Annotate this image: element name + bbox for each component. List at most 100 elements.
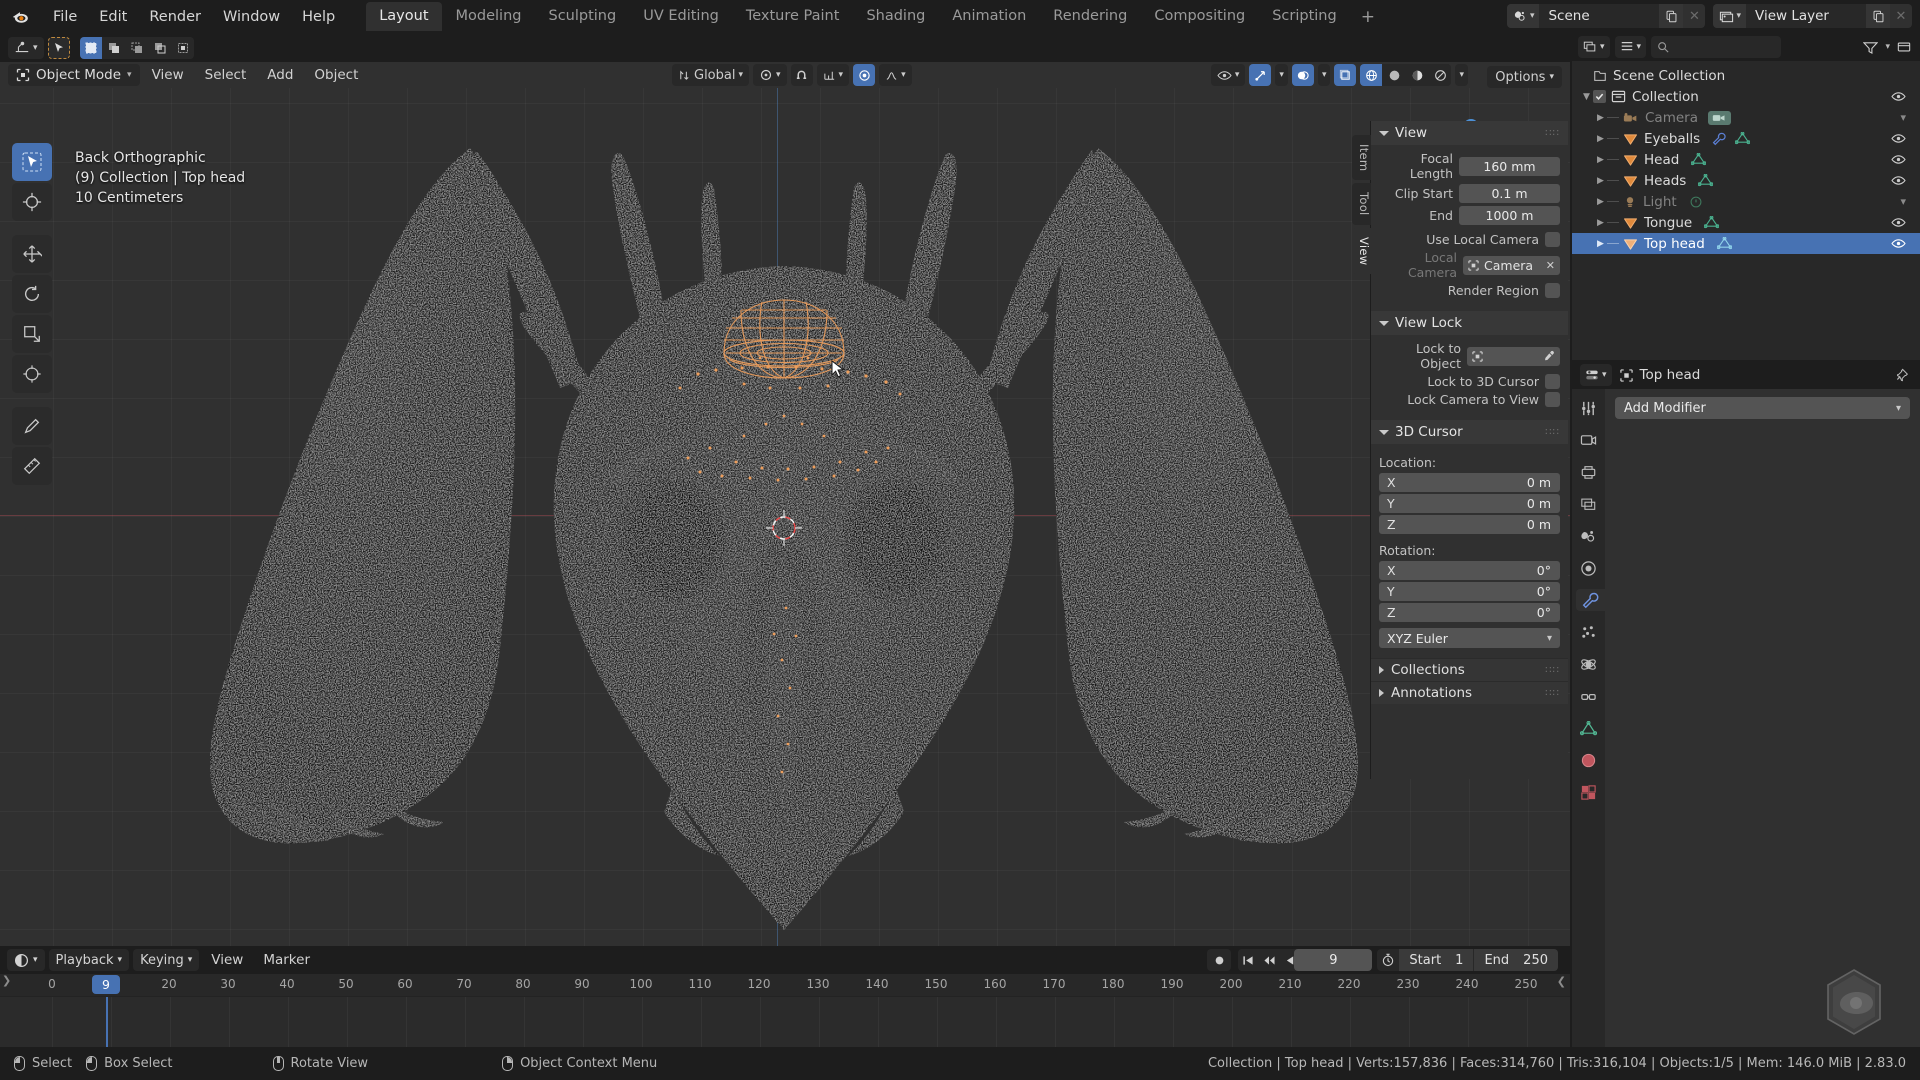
cursor-rotation-x-field[interactable]: X 0° bbox=[1379, 561, 1560, 580]
cursor-location-x-field[interactable]: X 0 m bbox=[1379, 473, 1560, 492]
camera-data-icon[interactable] bbox=[1707, 110, 1731, 125]
scene-name-field[interactable]: Scene bbox=[1539, 4, 1660, 28]
outliner-expander-heads[interactable]: ▶ bbox=[1594, 176, 1607, 186]
rotation-mode-dropdown[interactable]: XYZ Euler ▾ bbox=[1379, 628, 1560, 648]
add-workspace-button[interactable]: + bbox=[1351, 3, 1385, 31]
timeline-collapse-arrow-icon[interactable]: ❮ bbox=[1557, 975, 1566, 988]
properties-editor[interactable]: ▾ Top head Add Modifier ▾ bbox=[1572, 361, 1920, 1047]
filter-icon[interactable] bbox=[1863, 41, 1879, 54]
select-intersect-icon[interactable] bbox=[171, 36, 194, 59]
cursor-location-y-field[interactable]: Y 0 m bbox=[1379, 494, 1560, 513]
workspace-tab-sculpting[interactable]: Sculpting bbox=[535, 2, 629, 31]
properties-tab-view-layer[interactable] bbox=[1578, 493, 1600, 515]
cursor-rotation-y-field[interactable]: Y 0° bbox=[1379, 582, 1560, 601]
xray-toggle-icon[interactable] bbox=[1334, 64, 1357, 86]
outliner-row-camera[interactable]: ▶ Camera ▾ bbox=[1572, 107, 1920, 128]
eye-icon[interactable] bbox=[1891, 216, 1906, 229]
tool-tweak[interactable] bbox=[12, 143, 52, 181]
filter-chevron-icon[interactable]: ▾ bbox=[1885, 42, 1890, 52]
transform-orientation-selector[interactable]: Global ▾ bbox=[672, 64, 750, 86]
tool-transform[interactable] bbox=[12, 355, 52, 393]
mesh-data-icon[interactable] bbox=[1704, 216, 1720, 229]
outliner-expander-light[interactable]: ▶ bbox=[1594, 197, 1607, 207]
unlink-scene-button[interactable]: ✕ bbox=[1683, 4, 1706, 28]
pivot-point-selector[interactable]: ▾ bbox=[753, 64, 787, 86]
tool-measure[interactable] bbox=[12, 447, 52, 485]
workspace-tab-texture-paint[interactable]: Texture Paint bbox=[733, 2, 853, 31]
eye-icon[interactable] bbox=[1891, 132, 1906, 145]
properties-tab-world[interactable] bbox=[1578, 557, 1600, 579]
outliner-row-head[interactable]: ▶ Head bbox=[1572, 149, 1920, 170]
show-gizmo-icon[interactable] bbox=[1249, 64, 1272, 86]
timeline-editor[interactable]: ▾ Playback ▾ Keying ▾ View Marker 9 Star… bbox=[0, 946, 1570, 1048]
timeline-view-menu[interactable]: View bbox=[203, 950, 251, 970]
blender-logo-icon[interactable] bbox=[10, 6, 32, 28]
jump-to-start-button[interactable] bbox=[1238, 949, 1258, 971]
scene-selector[interactable]: ▾ Scene ✕ bbox=[1506, 4, 1706, 28]
workspace-tab-layout[interactable]: Layout bbox=[366, 2, 442, 31]
timeline-marker-menu[interactable]: Marker bbox=[255, 950, 318, 970]
material-preview-shading-icon[interactable] bbox=[1406, 64, 1429, 86]
eyedropper-icon[interactable] bbox=[1543, 350, 1555, 362]
shading-settings-dropdown[interactable]: ▾ bbox=[1455, 64, 1468, 86]
timeline-playhead[interactable] bbox=[106, 997, 108, 1048]
outliner-display-mode-dropdown[interactable]: ▾ bbox=[1614, 36, 1647, 58]
properties-tab-tool[interactable] bbox=[1578, 397, 1600, 419]
workspace-tab-scripting[interactable]: Scripting bbox=[1259, 2, 1349, 31]
tool-move[interactable] bbox=[12, 235, 52, 273]
tweak-tool-thumb-icon[interactable] bbox=[47, 36, 70, 59]
end-frame-field[interactable]: End 250 bbox=[1474, 949, 1558, 971]
timeline-track-area[interactable]: ❯ ❮ bbox=[0, 974, 1570, 1048]
show-overlays-icon[interactable] bbox=[1291, 64, 1314, 86]
workspace-tab-shading[interactable]: Shading bbox=[853, 2, 938, 31]
outliner-row-tongue[interactable]: ▶ Tongue bbox=[1572, 212, 1920, 233]
menu-file[interactable]: File bbox=[42, 6, 88, 28]
outliner-checkbox-collection[interactable] bbox=[1593, 90, 1606, 103]
menu-edit[interactable]: Edit bbox=[88, 6, 138, 28]
viewport-menu-object[interactable]: Object bbox=[305, 65, 367, 85]
clip-start-field[interactable]: 0.1 m bbox=[1459, 184, 1560, 203]
properties-tab-render[interactable] bbox=[1578, 429, 1600, 451]
workspace-tab-compositing[interactable]: Compositing bbox=[1141, 2, 1258, 31]
outliner-row-eyeballs[interactable]: ▶ Eyeballs bbox=[1572, 128, 1920, 149]
proportional-falloff-dropdown[interactable]: ▾ bbox=[879, 64, 912, 86]
menu-window[interactable]: Window bbox=[212, 6, 291, 28]
outliner-search-field[interactable] bbox=[1651, 36, 1782, 58]
outliner-editor[interactable]: ▾ ▾ ▾ ▶ Scene Collection bbox=[1572, 33, 1920, 360]
playhead-frame-label[interactable]: 9 bbox=[92, 975, 120, 994]
workspace-tab-modeling[interactable]: Modeling bbox=[443, 2, 535, 31]
outliner-row-top-head[interactable]: ▶ Top head bbox=[1572, 233, 1920, 254]
current-frame-field[interactable]: 9 bbox=[1294, 949, 1373, 971]
local-camera-field[interactable]: Camera ✕ bbox=[1463, 255, 1560, 275]
properties-tab-texture[interactable] bbox=[1578, 781, 1600, 803]
outliner-row-collection[interactable]: ▼ Collection bbox=[1572, 86, 1920, 107]
timeline-editor-type-button[interactable]: ▾ bbox=[7, 949, 45, 971]
outliner-row-light[interactable]: ▶ Light ▾ bbox=[1572, 191, 1920, 212]
collections-panel-header[interactable]: Collections ∷∷ bbox=[1371, 658, 1568, 681]
pin-icon[interactable] bbox=[1897, 368, 1912, 383]
snap-settings-dropdown[interactable]: ▾ bbox=[816, 64, 850, 86]
keying-menu[interactable]: Keying ▾ bbox=[133, 949, 200, 971]
snap-magnet-icon[interactable] bbox=[790, 64, 813, 86]
tool-annotate[interactable] bbox=[12, 407, 52, 445]
properties-tab-physics[interactable] bbox=[1578, 653, 1600, 675]
use-local-camera-checkbox[interactable] bbox=[1545, 232, 1560, 247]
collapse-chevron-icon[interactable]: ▾ bbox=[1900, 195, 1906, 208]
jump-to-prev-keyframe-button[interactable] bbox=[1259, 949, 1279, 971]
lock-to-object-field[interactable] bbox=[1467, 346, 1560, 366]
tool-rotate[interactable] bbox=[12, 275, 52, 313]
lock-camera-to-view-checkbox[interactable] bbox=[1545, 392, 1560, 407]
timeline-expand-arrow-icon[interactable]: ❯ bbox=[2, 974, 11, 987]
viewport-3d[interactable]: ▾ Object Mode ▾ View Select Add Object G… bbox=[0, 33, 1570, 946]
cursor-panel-header[interactable]: 3D Cursor ∷∷ bbox=[1371, 420, 1568, 444]
view-lock-panel-header[interactable]: View Lock bbox=[1371, 311, 1568, 335]
scene-icon[interactable]: ▾ bbox=[1506, 4, 1540, 28]
sidebar-tab-view[interactable]: View bbox=[1352, 227, 1371, 275]
render-region-checkbox[interactable] bbox=[1545, 283, 1560, 298]
gizmo-settings-dropdown[interactable]: ▾ bbox=[1275, 64, 1288, 86]
clear-local-camera-icon[interactable]: ✕ bbox=[1546, 259, 1555, 272]
collapse-chevron-icon[interactable]: ▾ bbox=[1900, 111, 1906, 124]
workspace-tab-rendering[interactable]: Rendering bbox=[1040, 2, 1140, 31]
outliner-expander-tongue[interactable]: ▶ bbox=[1594, 218, 1607, 228]
cursor-location-z-field[interactable]: Z 0 m bbox=[1379, 515, 1560, 534]
